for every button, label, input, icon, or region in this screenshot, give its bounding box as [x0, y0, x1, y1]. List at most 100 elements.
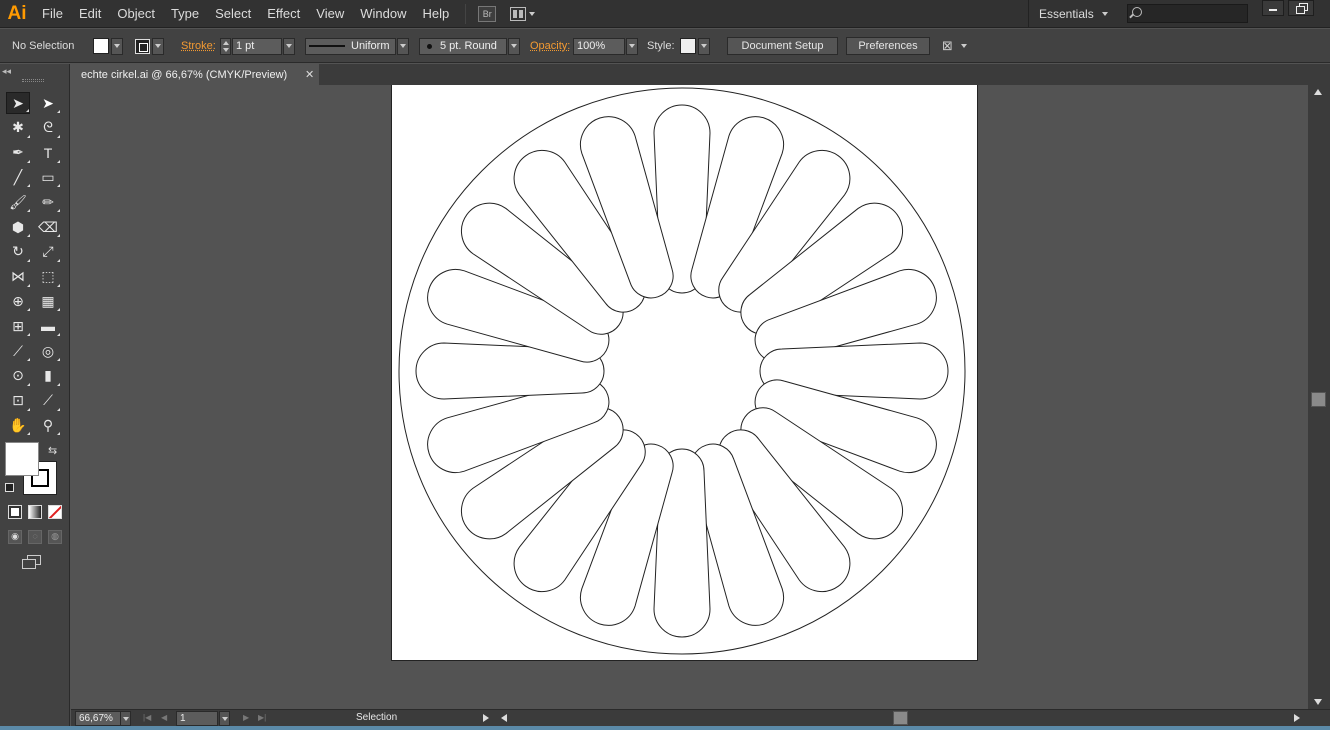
scroll-left-icon[interactable] — [501, 714, 507, 722]
graphic-style-control[interactable] — [680, 29, 710, 63]
slice-tool[interactable]: ⟋ — [36, 390, 60, 412]
zoom-tool[interactable]: ⚲ — [36, 414, 60, 436]
artboard-number-field[interactable]: 1 — [176, 711, 218, 726]
fill-swatch[interactable] — [93, 38, 109, 54]
preferences-button[interactable]: Preferences — [846, 37, 930, 55]
brush-definition[interactable]: 5 pt. Round — [419, 29, 520, 63]
collapse-panel-icon[interactable]: ◂◂ — [2, 66, 11, 77]
eyedropper-tool[interactable]: ⟋ — [6, 340, 30, 362]
variable-width-profile[interactable]: Uniform — [305, 29, 409, 63]
pencil-tool[interactable]: ✏ — [36, 191, 60, 213]
column-graph-tool[interactable]: ▮ — [36, 365, 60, 387]
hand-tool[interactable]: ✋ — [6, 414, 30, 436]
isolate-icon[interactable]: ⊠ — [942, 38, 953, 54]
mesh-tool[interactable]: ⊞ — [6, 315, 30, 337]
opacity-control[interactable]: 100% — [573, 29, 638, 63]
profile-field[interactable]: Uniform — [305, 37, 396, 55]
fill-color-control[interactable] — [93, 29, 123, 63]
lasso-tool[interactable]: ᘓ — [36, 117, 60, 139]
menu-file[interactable]: File — [34, 0, 71, 28]
scroll-down-icon[interactable] — [1314, 699, 1322, 705]
panel-grip[interactable] — [22, 79, 44, 82]
horizontal-scroll-thumb[interactable] — [893, 711, 908, 725]
next-artboard-icon[interactable]: ▶ — [243, 713, 249, 722]
stroke-weight-dropdown[interactable] — [283, 37, 295, 55]
zoom-field[interactable]: 66,67% — [75, 711, 121, 726]
artwork[interactable] — [392, 85, 979, 662]
document-setup-button[interactable]: Document Setup — [727, 37, 838, 55]
color-mode-button[interactable] — [8, 505, 22, 519]
artboard-tool[interactable]: ⊡ — [6, 390, 30, 412]
menu-type[interactable]: Type — [163, 0, 207, 28]
symbol-sprayer-tool[interactable]: ⊙ — [6, 365, 30, 387]
brush-field[interactable]: 5 pt. Round — [419, 37, 507, 55]
opacity-label[interactable]: Opacity: — [530, 29, 570, 63]
status-tool-label[interactable]: Selection — [356, 712, 397, 723]
shape-builder-tool[interactable]: ⊕ — [6, 290, 30, 312]
blend-tool[interactable]: ◎ — [36, 340, 60, 362]
menu-object[interactable]: Object — [109, 0, 163, 28]
draw-behind-button[interactable]: ◌ — [28, 530, 42, 544]
blob-brush-tool[interactable]: ⬢ — [6, 216, 30, 238]
status-menu-icon[interactable] — [483, 714, 489, 722]
panel-menu-control[interactable]: ⊠ — [942, 29, 967, 63]
stroke-panel-link[interactable]: Stroke: — [181, 40, 216, 52]
close-icon[interactable]: ✕ — [305, 68, 314, 81]
graphic-style-swatch[interactable] — [680, 38, 696, 54]
stroke-swatch-icon[interactable] — [135, 38, 150, 54]
paintbrush-tool[interactable]: 🖌 — [6, 191, 30, 213]
opacity-dropdown[interactable] — [626, 37, 638, 55]
menu-select[interactable]: Select — [207, 0, 259, 28]
zoom-dropdown[interactable] — [120, 711, 131, 726]
screen-mode-button[interactable] — [22, 555, 42, 570]
stroke-color-dropdown[interactable] — [152, 37, 164, 55]
stroke-weight-field[interactable]: 1 pt — [232, 37, 282, 55]
bridge-button[interactable]: Br — [478, 5, 497, 22]
opacity-field[interactable]: 100% — [573, 37, 625, 55]
swap-colors-icon[interactable]: ⇆ — [48, 444, 57, 457]
canvas-area[interactable] — [71, 85, 1308, 709]
rotate-tool[interactable]: ↻ — [6, 241, 30, 263]
artboard[interactable] — [391, 85, 978, 661]
menu-help[interactable]: Help — [414, 0, 457, 28]
stroke-weight-stepper[interactable] — [220, 37, 231, 55]
rectangle-tool[interactable]: ▭ — [36, 166, 60, 188]
type-tool[interactable]: T — [36, 142, 60, 164]
workspace-switcher[interactable]: Essentials — [1028, 0, 1108, 28]
stroke-label[interactable]: Stroke: — [181, 29, 216, 63]
minimize-button[interactable] — [1262, 0, 1284, 16]
perspective-grid-tool[interactable]: ▦ — [36, 290, 60, 312]
menu-view[interactable]: View — [308, 0, 352, 28]
vertical-scrollbar[interactable] — [1308, 85, 1330, 709]
draw-inside-button[interactable]: ◍ — [48, 530, 62, 544]
last-artboard-icon[interactable]: ▶| — [258, 713, 266, 722]
eraser-tool[interactable]: ⌫ — [36, 216, 60, 238]
width-tool[interactable]: ⋈ — [6, 266, 30, 288]
graphic-style-dropdown[interactable] — [698, 37, 710, 55]
stroke-color-control[interactable] — [135, 29, 164, 63]
pen-tool[interactable]: ✒ — [6, 142, 30, 164]
prev-artboard-icon[interactable]: ◀ — [161, 713, 167, 722]
line-segment-tool[interactable]: ╱ — [6, 166, 30, 188]
stroke-weight-control[interactable]: 1 pt — [220, 29, 295, 63]
brush-dropdown[interactable] — [508, 37, 520, 55]
opacity-panel-link[interactable]: Opacity: — [530, 40, 570, 52]
menu-edit[interactable]: Edit — [71, 0, 109, 28]
artboard-dropdown[interactable] — [219, 711, 230, 726]
arrange-documents-button[interactable] — [510, 6, 536, 21]
none-mode-button[interactable] — [48, 505, 62, 519]
search-input[interactable] — [1127, 4, 1248, 23]
profile-dropdown[interactable] — [397, 37, 409, 55]
fill-proxy[interactable] — [5, 442, 39, 476]
selection-tool[interactable]: ➤ — [6, 92, 30, 114]
free-transform-tool[interactable]: ⬚ — [36, 266, 60, 288]
gradient-mode-button[interactable] — [28, 505, 42, 519]
restore-button[interactable] — [1288, 0, 1314, 16]
magic-wand-tool[interactable]: ✱ — [6, 117, 30, 139]
draw-normal-button[interactable]: ◉ — [8, 530, 22, 544]
scroll-right-icon[interactable] — [1294, 714, 1300, 722]
scale-tool[interactable]: ⤢ — [36, 241, 60, 263]
default-colors-icon[interactable] — [5, 483, 14, 492]
fill-dropdown[interactable] — [111, 37, 123, 55]
menu-window[interactable]: Window — [352, 0, 414, 28]
